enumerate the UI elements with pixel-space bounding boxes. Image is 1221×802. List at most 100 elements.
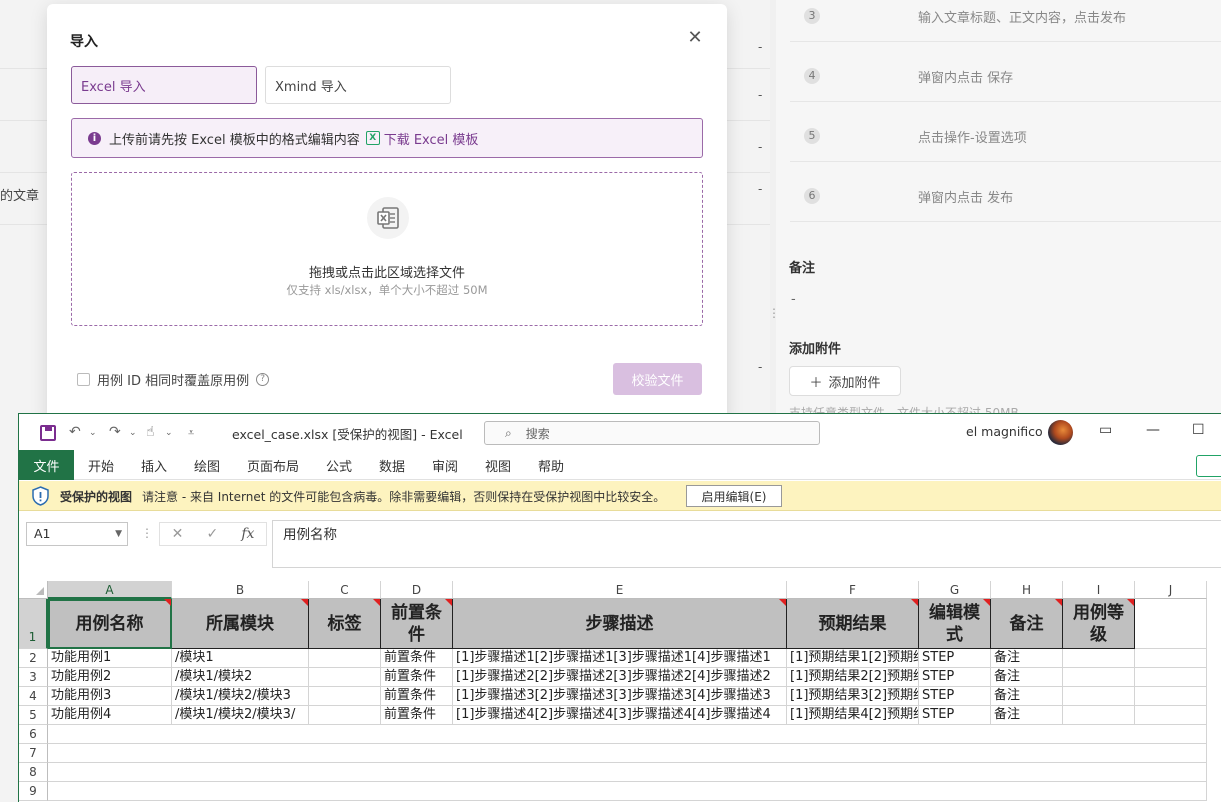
table-cell[interactable]: 功能用例4 bbox=[48, 706, 172, 725]
table-cell[interactable]: 备注 bbox=[991, 706, 1063, 725]
tab-insert[interactable]: 插入 bbox=[141, 456, 167, 475]
undo-icon[interactable]: ↶ bbox=[69, 424, 81, 440]
column-header[interactable]: H bbox=[991, 581, 1063, 599]
row-header[interactable]: 9 bbox=[19, 782, 48, 801]
table-cell[interactable]: /模块1 bbox=[172, 649, 309, 668]
touch-mode-icon[interactable]: ☝ bbox=[146, 424, 155, 440]
avatar[interactable] bbox=[1048, 420, 1073, 445]
confirm-icon[interactable]: ✓ bbox=[206, 526, 218, 542]
formula-input[interactable]: 用例名称 bbox=[272, 520, 1221, 568]
tab-data[interactable]: 数据 bbox=[379, 456, 405, 475]
ribbon-display-icon[interactable]: ▭ bbox=[1099, 422, 1112, 438]
table-cell[interactable]: [1]预期结果3[2]预期结果3 bbox=[787, 687, 919, 706]
tab-help[interactable]: 帮助 bbox=[538, 456, 564, 475]
tab-file[interactable]: 文件 bbox=[19, 450, 74, 480]
header-cell[interactable]: 用例名称 bbox=[48, 599, 172, 649]
header-cell[interactable]: 步骤描述 bbox=[453, 599, 787, 649]
table-cell[interactable]: 前置条件 bbox=[381, 668, 453, 687]
row-header[interactable]: 4 bbox=[19, 687, 48, 706]
table-cell[interactable]: [1]步骤描述3[2]步骤描述3[3]步骤描述3[4]步骤描述3 bbox=[453, 687, 787, 706]
chevron-down-icon[interactable]: ⌄ bbox=[129, 428, 137, 438]
table-cell[interactable]: STEP bbox=[919, 706, 991, 725]
tab-home[interactable]: 开始 bbox=[88, 456, 114, 475]
table-cell[interactable]: 功能用例3 bbox=[48, 687, 172, 706]
file-dropzone[interactable]: 拖拽或点击此区域选择文件 仅支持 xls/xlsx，单个大小不超过 50M bbox=[71, 172, 703, 326]
tab-formulas[interactable]: 公式 bbox=[326, 456, 352, 475]
row-header[interactable]: 3 bbox=[19, 668, 48, 687]
column-header[interactable]: E bbox=[453, 581, 787, 599]
enable-editing-button[interactable]: 启用编辑(E) bbox=[686, 485, 782, 507]
minimize-icon[interactable]: — bbox=[1146, 422, 1160, 438]
table-cell[interactable] bbox=[1063, 668, 1135, 687]
header-cell[interactable]: 标签 bbox=[309, 599, 381, 649]
overwrite-checkbox[interactable] bbox=[77, 373, 90, 386]
empty-row[interactable] bbox=[48, 725, 1207, 744]
header-cell[interactable]: 所属模块 bbox=[172, 599, 309, 649]
close-icon[interactable]: ✕ bbox=[685, 28, 705, 48]
column-header[interactable]: F bbox=[787, 581, 919, 599]
column-header[interactable]: J bbox=[1135, 581, 1207, 599]
maximize-icon[interactable]: ☐ bbox=[1192, 422, 1205, 438]
table-cell[interactable] bbox=[1063, 706, 1135, 725]
tab-draw[interactable]: 绘图 bbox=[194, 456, 220, 475]
row-header[interactable]: 1 bbox=[19, 599, 48, 649]
empty-row[interactable] bbox=[48, 744, 1207, 763]
empty-cell[interactable] bbox=[1135, 687, 1207, 706]
header-cell[interactable]: 用例等级 bbox=[1063, 599, 1135, 649]
table-cell[interactable]: /模块1/模块2/模块3/ bbox=[172, 706, 309, 725]
table-cell[interactable]: 功能用例2 bbox=[48, 668, 172, 687]
cancel-icon[interactable]: ✕ bbox=[172, 526, 184, 542]
table-cell[interactable]: [1]预期结果1[2]预期结果1 bbox=[787, 649, 919, 668]
table-cell[interactable]: 前置条件 bbox=[381, 687, 453, 706]
table-cell[interactable]: 备注 bbox=[991, 687, 1063, 706]
empty-cell[interactable] bbox=[1135, 668, 1207, 687]
table-cell[interactable] bbox=[309, 687, 381, 706]
table-cell[interactable]: 前置条件 bbox=[381, 649, 453, 668]
chevron-down-icon[interactable]: ⌄ bbox=[89, 428, 97, 438]
empty-cell[interactable] bbox=[1135, 649, 1207, 668]
table-cell[interactable]: 备注 bbox=[991, 649, 1063, 668]
tab-page-layout[interactable]: 页面布局 bbox=[247, 456, 299, 475]
table-cell[interactable]: [1]步骤描述4[2]步骤描述4[3]步骤描述4[4]步骤描述4 bbox=[453, 706, 787, 725]
header-cell[interactable]: 编辑模式 bbox=[919, 599, 991, 649]
search-input[interactable]: ⌕ 搜索 bbox=[484, 421, 820, 445]
row-header[interactable]: 7 bbox=[19, 744, 48, 763]
column-header[interactable]: A bbox=[48, 581, 172, 599]
table-cell[interactable]: STEP bbox=[919, 649, 991, 668]
table-cell[interactable]: [1]预期结果2[2]预期结果2 bbox=[787, 668, 919, 687]
table-cell[interactable]: /模块1/模块2 bbox=[172, 668, 309, 687]
header-cell[interactable]: 预期结果 bbox=[787, 599, 919, 649]
row-header[interactable]: 2 bbox=[19, 649, 48, 668]
chevron-down-icon[interactable]: ⌄ bbox=[165, 428, 173, 438]
table-cell[interactable] bbox=[1063, 687, 1135, 706]
table-cell[interactable]: [1]预期结果4[2]预期结果4 bbox=[787, 706, 919, 725]
tab-xmind-import[interactable]: Xmind 导入 bbox=[265, 66, 451, 104]
row-header[interactable]: 6 bbox=[19, 725, 48, 744]
empty-row[interactable] bbox=[48, 763, 1207, 782]
help-icon[interactable]: ? bbox=[256, 373, 270, 386]
table-cell[interactable]: 前置条件 bbox=[381, 706, 453, 725]
table-cell[interactable]: [1]步骤描述2[2]步骤描述2[3]步骤描述2[4]步骤描述2 bbox=[453, 668, 787, 687]
table-cell[interactable] bbox=[309, 706, 381, 725]
column-header[interactable]: B bbox=[172, 581, 309, 599]
table-cell[interactable]: STEP bbox=[919, 687, 991, 706]
table-cell[interactable]: [1]步骤描述1[2]步骤描述1[3]步骤描述1[4]步骤描述1 bbox=[453, 649, 787, 668]
table-cell[interactable]: /模块1/模块2/模块3 bbox=[172, 687, 309, 706]
tab-review[interactable]: 审阅 bbox=[432, 456, 458, 475]
redo-icon[interactable]: ↷ bbox=[109, 424, 121, 440]
verify-file-button[interactable]: 校验文件 bbox=[613, 363, 702, 395]
table-cell[interactable] bbox=[309, 668, 381, 687]
table-cell[interactable]: 备注 bbox=[991, 668, 1063, 687]
row-header[interactable]: 8 bbox=[19, 763, 48, 782]
empty-cell[interactable] bbox=[1135, 599, 1207, 649]
share-icon[interactable] bbox=[1196, 455, 1221, 477]
tab-view[interactable]: 视图 bbox=[485, 456, 511, 475]
download-template-link[interactable]: X 下载 Excel 模板 bbox=[365, 129, 478, 148]
empty-row[interactable] bbox=[48, 782, 1207, 801]
column-header[interactable]: C bbox=[309, 581, 381, 599]
customize-toolbar-icon[interactable]: ⩡ bbox=[188, 426, 194, 440]
table-cell[interactable] bbox=[1063, 649, 1135, 668]
function-icon[interactable]: fx bbox=[241, 526, 254, 542]
add-attachment-button[interactable]: ＋ 添加附件 bbox=[789, 366, 901, 396]
name-box[interactable]: A1 ▼ bbox=[26, 522, 128, 546]
